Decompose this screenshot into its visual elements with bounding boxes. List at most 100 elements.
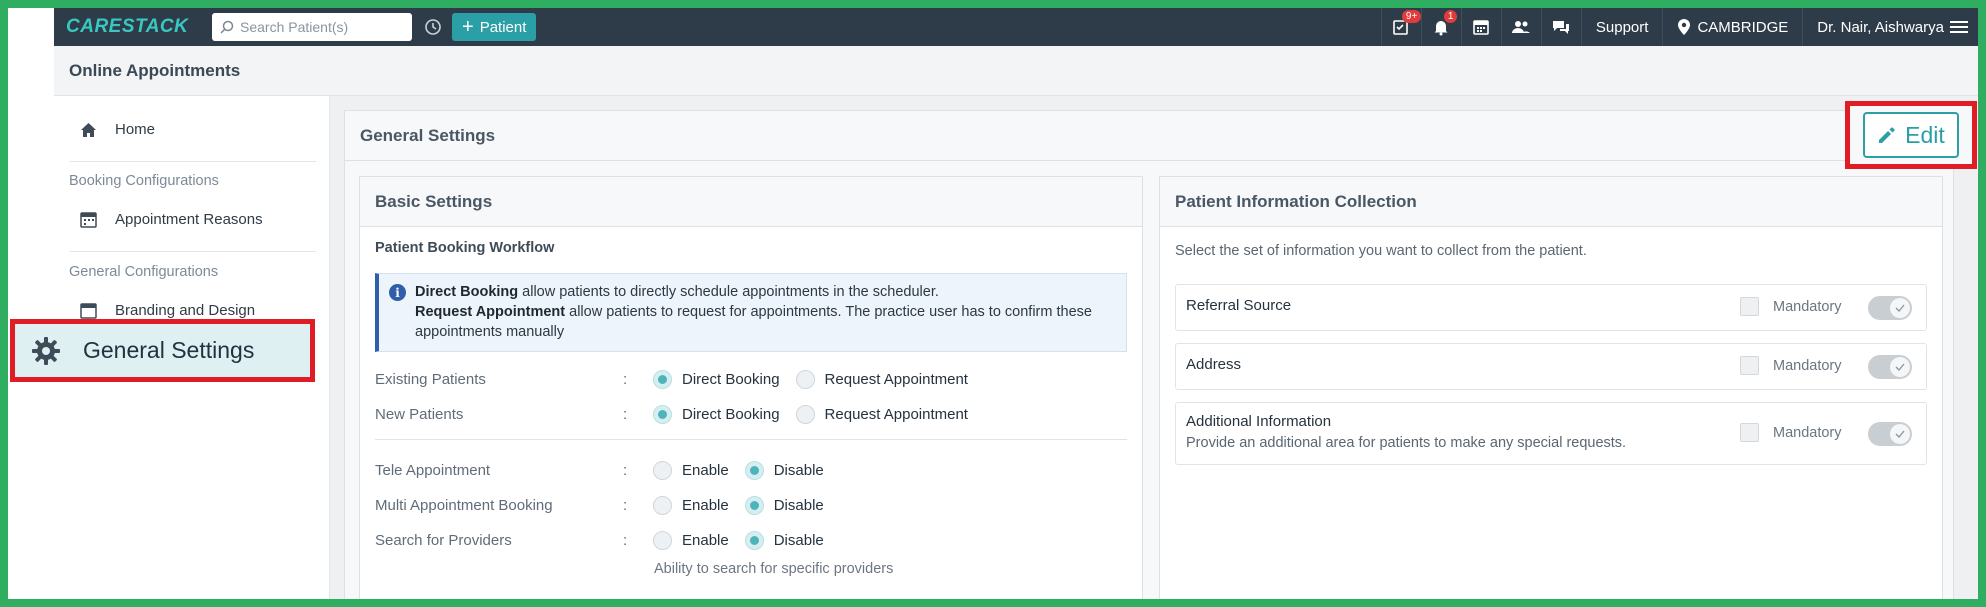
check-icon [1890,298,1910,318]
quick-action-icon[interactable] [422,16,444,38]
location-label: CAMBRIDGE [1697,18,1789,36]
home-icon [81,122,96,137]
patient-info-title: Patient Information Collection [1160,177,1942,227]
sidebar-item-label: Appointment Reasons [115,211,263,228]
mandatory-checkbox[interactable]: Mandatory [1740,356,1842,375]
carestack-logo[interactable]: CARESTACK [66,16,206,38]
edit-button[interactable]: Edit [1863,112,1959,158]
notifications-bell-icon[interactable]: 1 [1420,8,1461,46]
address-toggle[interactable] [1868,355,1912,379]
edit-label: Edit [1905,121,1945,148]
radio-button[interactable] [795,404,815,424]
calendar-icon[interactable] [1460,8,1501,46]
sidebar-group-general: General Configurations [69,264,219,280]
user-name: Dr. Nair, Aishwarya [1817,18,1944,36]
main-content: General Settings Basic Settings Patient … [330,96,1978,600]
radio-request-appointment[interactable]: Request Appointment [795,404,968,424]
general-settings-label: General Settings [83,337,255,363]
patient-info-intro: Select the set of information you want t… [1175,243,1587,259]
mandatory-checkbox[interactable]: Mandatory [1740,297,1842,316]
radio-disable[interactable]: Disable [744,530,824,550]
setting-row-new-patients: New Patients : Direct Booking Request Ap… [375,403,984,425]
checkbox[interactable] [1740,423,1759,442]
booking-workflow-subtitle: Patient Booking Workflow [375,240,555,256]
tasks-badge: 9+ [1401,10,1422,23]
sidebar-item-appointment-reasons[interactable]: Appointment Reasons [80,211,263,228]
edit-highlight: Edit [1845,101,1977,169]
radio-label: Enable [682,461,729,479]
radio-button[interactable] [653,530,672,550]
radio-request-appointment[interactable]: Request Appointment [795,369,968,389]
add-patient-button[interactable]: + Patient [452,13,537,41]
checkbox[interactable] [1740,297,1759,316]
radio-button[interactable] [744,495,764,515]
sidebar-item-branding[interactable]: Branding and Design [80,302,255,319]
radio-label: Request Appointment [824,370,968,388]
sidebar-item-label: Branding and Design [115,302,256,319]
radio-enable[interactable]: Enable [653,495,729,515]
radio-enable[interactable]: Enable [653,530,729,550]
setting-row-multi-appointment: Multi Appointment Booking : Enable Disab… [375,494,840,516]
radio-button[interactable] [744,460,764,480]
gear-icon [32,336,60,365]
radio-disable[interactable]: Disable [744,460,824,480]
section-divider [375,439,1127,440]
general-settings-title: General Settings [345,111,1953,161]
pencil-icon [1879,127,1895,143]
checkbox[interactable] [1740,356,1759,375]
providers-hint: Ability to search for specific providers [654,561,894,577]
location-selector[interactable]: CAMBRIDGE [1662,8,1802,46]
info-item-title: Address [1186,356,1242,373]
user-menu[interactable]: Dr. Nair, Aishwarya [1802,8,1978,46]
setting-row-search-providers: Search for Providers : Enable Disable [375,529,840,551]
page-title: Online Appointments [54,46,1978,96]
basic-settings-panel: Basic Settings Patient Booking Workflow … [359,176,1143,600]
calendar-icon [80,303,97,319]
check-icon [1890,424,1910,444]
direct-booking-desc: allow patients to directly schedule appo… [518,284,939,300]
direct-booking-term: Direct Booking [415,284,519,300]
info-item-title: Additional Information [1186,413,1332,430]
hamburger-menu-icon [1950,21,1968,33]
setting-colon: : [623,370,628,388]
sidebar-item-home[interactable]: Home [80,121,155,138]
patients-group-icon[interactable] [1500,8,1541,46]
setting-label: New Patients [375,405,464,423]
radio-button[interactable] [653,369,672,389]
info-item-description: Provide an additional area for patients … [1186,435,1627,451]
sidebar-item-general-settings[interactable]: General Settings [10,319,315,382]
request-appointment-term: Request Appointment [415,304,566,320]
calendar-icon [80,212,97,228]
sidebar-group-booking: Booking Configurations [69,173,219,189]
setting-label: Existing Patients [375,370,486,388]
radio-label: Direct Booking [682,370,780,388]
sidebar-divider [70,161,316,162]
radio-button[interactable] [653,404,672,424]
mandatory-checkbox[interactable]: Mandatory [1740,423,1842,442]
mandatory-label: Mandatory [1773,424,1842,441]
messages-icon[interactable] [1540,8,1581,46]
radio-button[interactable] [795,369,815,389]
radio-disable[interactable]: Disable [744,495,824,515]
radio-direct-booking[interactable]: Direct Booking [653,369,780,389]
radio-button[interactable] [653,460,672,480]
search-icon [220,20,234,34]
radio-button[interactable] [744,530,764,550]
radio-button[interactable] [653,495,672,515]
setting-label: Tele Appointment [375,461,491,479]
setting-colon: : [623,496,628,514]
support-link[interactable]: Support [1580,8,1663,46]
plus-icon: + [462,16,474,38]
radio-enable[interactable]: Enable [653,460,729,480]
patient-info-panel: Patient Information Collection Select th… [1159,176,1943,600]
additional-info-toggle[interactable] [1868,422,1912,446]
setting-colon: : [623,461,628,479]
setting-label: Multi Appointment Booking [375,496,553,514]
patient-search-input[interactable]: Search Patient(s) [212,13,412,41]
radio-direct-booking[interactable]: Direct Booking [653,404,780,424]
radio-label: Disable [773,461,824,479]
tasks-icon[interactable]: 9+ [1380,8,1422,46]
search-placeholder: Search Patient(s) [240,19,349,35]
location-pin-icon [1678,19,1691,35]
referral-source-toggle[interactable] [1868,296,1912,320]
